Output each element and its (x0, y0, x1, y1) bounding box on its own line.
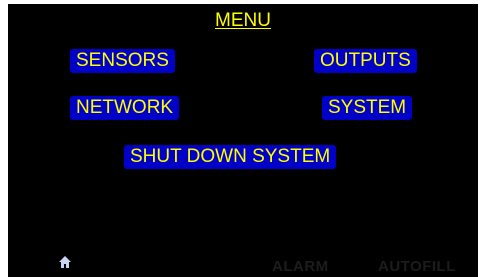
menu-screen: MENU SENSORS OUTPUTS NETWORK SYSTEM SHUT… (8, 4, 478, 277)
device-frame: MENU SENSORS OUTPUTS NETWORK SYSTEM SHUT… (0, 0, 480, 277)
autofill-indicator: AUTOFILL (378, 258, 456, 275)
outputs-button[interactable]: OUTPUTS (314, 49, 417, 73)
home-icon[interactable] (58, 255, 72, 269)
shut-down-system-button[interactable]: SHUT DOWN SYSTEM (124, 145, 337, 169)
sensors-button[interactable]: SENSORS (70, 49, 175, 73)
network-button[interactable]: NETWORK (70, 96, 180, 120)
alarm-indicator: ALARM (272, 258, 329, 275)
menu-title: MENU (215, 10, 271, 31)
system-button[interactable]: SYSTEM (322, 96, 413, 120)
